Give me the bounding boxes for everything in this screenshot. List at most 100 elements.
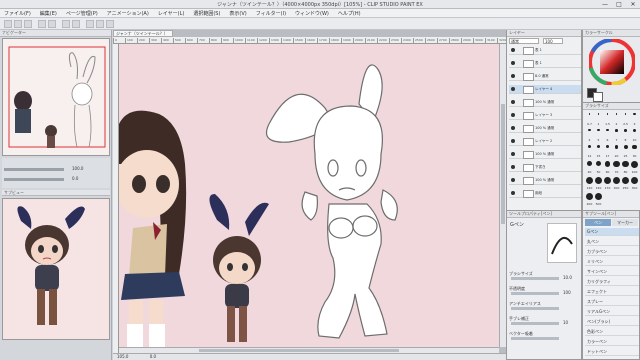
brush-size-item[interactable]: 12 (585, 143, 594, 159)
brush-size-item[interactable]: 80 (621, 159, 630, 175)
brush-size-item[interactable]: 40 (585, 159, 594, 175)
zoom-slider[interactable] (4, 168, 64, 171)
layer-row[interactable]: 表 1 (509, 59, 581, 68)
sub-tool-item[interactable]: ミリペン (585, 258, 639, 266)
layer-row[interactable]: レイヤー 2 (509, 137, 581, 146)
sub-tool-tab-marker[interactable]: マーカー (612, 219, 638, 226)
save-icon[interactable] (24, 20, 32, 28)
sub-tool-item[interactable]: 丸ペン (585, 238, 639, 246)
transform-icon[interactable] (72, 20, 80, 28)
brush-size-item[interactable]: 200 (612, 175, 621, 191)
blend-mode-select[interactable]: 通常 (509, 38, 539, 44)
property-slider[interactable] (511, 337, 559, 340)
brush-size-item[interactable]: 120 (585, 175, 594, 191)
layer-row[interactable]: 100 % 通常 (509, 124, 581, 133)
eye-icon[interactable] (511, 191, 515, 195)
brush-size-item[interactable]: 1 (594, 111, 603, 127)
vertical-scroll-thumb[interactable] (501, 104, 505, 224)
brush-size-item[interactable]: 7 (612, 127, 621, 143)
brush-size-item[interactable]: 25 (621, 143, 630, 159)
brush-size-item[interactable]: 2.5 (621, 111, 630, 127)
brush-size-item[interactable]: 6 (603, 127, 612, 143)
menu-animation[interactable]: アニメーション(A) (103, 9, 154, 17)
layer-row[interactable]: レイヤー 3 (509, 111, 581, 120)
deselect-icon[interactable] (86, 20, 94, 28)
brush-size-item[interactable]: 2 (612, 111, 621, 127)
brush-size-item[interactable]: 1.5 (603, 111, 612, 127)
sub-tool-item[interactable]: ペン(ブラシ) (585, 318, 639, 326)
layer-row[interactable]: 8.0 通常 (509, 72, 581, 81)
eye-icon[interactable] (511, 61, 515, 65)
brush-size-item[interactable]: 500 (594, 191, 603, 207)
maximize-button[interactable]: □ (612, 0, 626, 9)
tool-property-row[interactable]: 手ブレ補正 10 (509, 316, 581, 329)
brush-size-item[interactable]: 8 (621, 127, 630, 143)
menu-page[interactable]: ページ管理(P) (62, 9, 103, 17)
sub-color-swatch[interactable] (593, 92, 603, 102)
layer-row[interactable]: 100 % 通常 (509, 150, 581, 159)
sub-tool-item[interactable]: カリグラフィ (585, 278, 639, 286)
property-slider[interactable] (511, 277, 559, 280)
sub-tool-item[interactable]: Gペン (585, 228, 639, 236)
rotate-slider[interactable] (4, 178, 64, 181)
eye-icon[interactable] (511, 178, 515, 182)
brush-size-item[interactable]: 0.7 (585, 111, 594, 127)
brush-size-item[interactable]: 10 (630, 127, 639, 143)
property-slider[interactable] (511, 307, 559, 310)
sub-tool-item[interactable]: カラーペン (585, 338, 639, 346)
color-wheel-icon[interactable] (589, 39, 635, 85)
brush-size-item[interactable]: 50 (594, 159, 603, 175)
brush-size-item[interactable]: 4 (585, 127, 594, 143)
tool-property-row[interactable]: アンチエイリアス (509, 301, 581, 314)
vertical-scrollbar[interactable] (499, 44, 506, 347)
brush-size-item[interactable]: 15 (594, 143, 603, 159)
brush-size-item[interactable]: 60 (603, 159, 612, 175)
canvas-tab[interactable]: ジャンナ（ツインテール？） (113, 30, 173, 37)
brush-size-item[interactable]: 400 (585, 191, 594, 207)
brush-size-item[interactable]: 30 (630, 143, 639, 159)
close-button[interactable]: ✕ (626, 0, 640, 9)
brush-size-item[interactable]: 5 (594, 127, 603, 143)
property-slider[interactable] (511, 292, 559, 295)
brush-size-item[interactable]: 150 (594, 175, 603, 191)
brush-size-item[interactable]: 70 (612, 159, 621, 175)
invert-selection-icon[interactable] (96, 20, 104, 28)
menu-edit[interactable]: 編集(E) (36, 9, 62, 17)
sub-tool-item[interactable]: 色彩ペン (585, 328, 639, 336)
layer-row[interactable]: 表 1 (509, 46, 581, 55)
brush-size-item[interactable]: 20 (612, 143, 621, 159)
eye-icon[interactable] (511, 139, 515, 143)
menu-file[interactable]: ファイル(F) (0, 9, 36, 17)
layer-row[interactable]: 100 % 通常 (509, 98, 581, 107)
sub-tool-item[interactable]: リアルGペン (585, 308, 639, 316)
horizontal-scroll-thumb[interactable] (199, 349, 399, 352)
menu-selection[interactable]: 選択範囲(S) (189, 9, 225, 17)
eye-icon[interactable] (511, 113, 515, 117)
brush-size-item[interactable]: 250 (621, 175, 630, 191)
layer-row[interactable]: 用紙 (509, 189, 581, 198)
clear-icon[interactable] (62, 20, 70, 28)
menu-window[interactable]: ウィンドウ(W) (291, 9, 334, 17)
tool-property-row[interactable]: ベクター吸着 (509, 331, 581, 344)
brush-size-item[interactable]: 300 (630, 175, 639, 191)
eye-icon[interactable] (511, 87, 515, 91)
menu-layer[interactable]: レイヤー(L) (154, 9, 190, 17)
layer-row[interactable]: レイヤー 4 (509, 85, 581, 94)
layer-row[interactable]: 100 % 通常 (509, 176, 581, 185)
brush-size-item[interactable]: 170 (603, 175, 612, 191)
eye-icon[interactable] (511, 48, 515, 52)
open-file-icon[interactable] (14, 20, 22, 28)
opacity-field[interactable]: 100 (543, 38, 563, 44)
brush-size-item[interactable]: 3 (630, 111, 639, 127)
navigator-preview[interactable] (2, 38, 110, 156)
eye-icon[interactable] (511, 126, 515, 130)
eye-icon[interactable] (511, 152, 515, 156)
sub-tool-item[interactable]: スプレー (585, 298, 639, 306)
drawing-canvas[interactable] (115, 44, 499, 347)
eye-icon[interactable] (511, 74, 515, 78)
menu-filter[interactable]: フィルター(I) (252, 9, 291, 17)
property-slider[interactable] (511, 322, 559, 325)
brush-size-item[interactable]: 100 (630, 159, 639, 175)
sub-tool-tab-pen[interactable]: ペン (585, 219, 611, 226)
layer-row[interactable]: 下書き (509, 163, 581, 172)
